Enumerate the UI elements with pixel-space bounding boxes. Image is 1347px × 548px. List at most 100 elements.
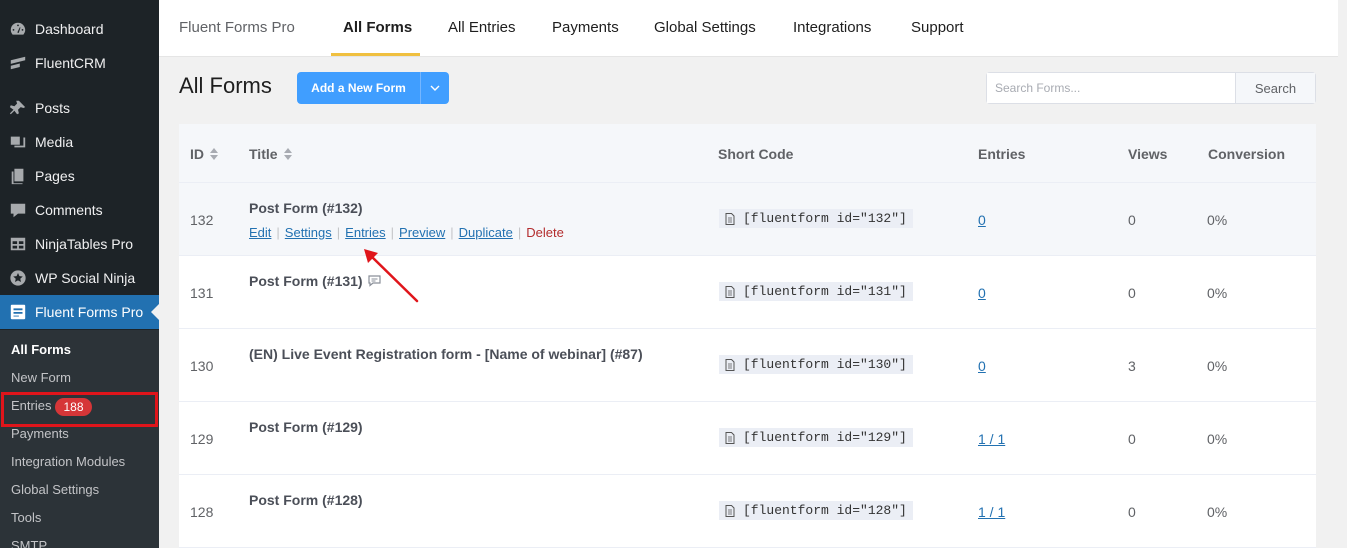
- sort-icon[interactable]: [210, 148, 218, 160]
- document-icon: [725, 504, 735, 517]
- submenu-payments[interactable]: Payments: [11, 424, 69, 444]
- entries-count-link[interactable]: 0: [978, 212, 986, 228]
- row-actions: Edit | Settings | Entries | Preview | Duplicate |…: [249, 225, 564, 240]
- sidebar-item-dashboard[interactable]: Dashboard: [0, 12, 159, 46]
- submenu-integration-modules[interactable]: Integration Modules: [11, 452, 125, 472]
- tab-all-entries[interactable]: All Entries: [448, 19, 516, 36]
- entries-count[interactable]: 1 / 1: [978, 431, 1005, 447]
- add-new-form-button[interactable]: Add a New Form: [297, 72, 449, 104]
- sidebar-item-label: WP Social Ninja: [35, 270, 136, 286]
- views-count: 0: [1128, 504, 1136, 520]
- sidebar-item-comments[interactable]: Comments: [0, 193, 159, 227]
- submenu-global-settings[interactable]: Global Settings: [11, 480, 99, 500]
- sidebar-item-posts[interactable]: Posts: [0, 91, 159, 125]
- entries-count-link[interactable]: 1 / 1: [978, 504, 1005, 520]
- submenu-all-forms[interactable]: All Forms: [11, 340, 71, 360]
- shortcode[interactable]: [fluentform id="129"]: [719, 428, 913, 447]
- shortcode-text: [fluentform id="132"]: [743, 211, 907, 226]
- preview-link[interactable]: Preview: [399, 225, 445, 240]
- document-icon: [725, 358, 735, 371]
- entries-count-link[interactable]: 0: [978, 285, 986, 301]
- tab-global-settings[interactable]: Global Settings: [654, 19, 756, 36]
- star-icon: [8, 268, 28, 288]
- sidebar-item-media[interactable]: Media: [0, 125, 159, 159]
- sidebar-item-fluentcrm[interactable]: FluentCRM: [0, 46, 159, 80]
- entries-link[interactable]: Entries: [345, 225, 385, 240]
- sidebar-item-label: NinjaTables Pro: [35, 236, 134, 252]
- form-title[interactable]: Post Form (#128): [249, 492, 363, 508]
- form-id: 128: [190, 504, 214, 520]
- table-row[interactable]: 132 Post Form (#132) Edit | Settings | Entri…: [179, 183, 1316, 256]
- submenu-tools[interactable]: Tools: [11, 508, 41, 528]
- form-title[interactable]: Post Form (#129): [249, 419, 363, 435]
- edit-link[interactable]: Edit: [249, 225, 271, 240]
- column-header-id[interactable]: ID: [190, 146, 218, 162]
- views-count: 0: [1128, 212, 1136, 228]
- shortcode[interactable]: [fluentform id="128"]: [719, 501, 913, 520]
- search-button[interactable]: Search: [1235, 73, 1315, 103]
- entries-count[interactable]: 0: [978, 285, 986, 301]
- shortcode[interactable]: [fluentform id="131"]: [719, 282, 913, 301]
- table-row[interactable]: 128 Post Form (#128) [fluentform id="128…: [179, 475, 1316, 548]
- sidebar-item-wp-social-ninja[interactable]: WP Social Ninja: [0, 261, 159, 295]
- sidebar-item-label: Comments: [35, 202, 103, 218]
- fluentcrm-icon: [8, 53, 28, 73]
- conversion-rate: 0%: [1207, 431, 1228, 447]
- active-tab-indicator: [331, 53, 420, 56]
- conversion-rate: 0%: [1207, 285, 1228, 301]
- page-title: All Forms: [179, 73, 272, 98]
- sort-icon[interactable]: [283, 148, 292, 160]
- shortcode[interactable]: [fluentform id="132"]: [719, 209, 913, 228]
- entries-count[interactable]: 0: [978, 212, 986, 228]
- table-row[interactable]: 131 Post Form (#131) [fluentform id="131…: [179, 256, 1316, 329]
- form-title[interactable]: (EN) Live Event Registration form - [Nam…: [249, 346, 643, 362]
- tab-integrations[interactable]: Integrations: [793, 19, 871, 36]
- admin-sidebar: Dashboard FluentCRM Posts Media Pages Co…: [0, 0, 159, 548]
- separator: |: [450, 225, 454, 240]
- tab-payments[interactable]: Payments: [552, 19, 619, 36]
- dashboard-icon: [8, 19, 28, 39]
- topnav-brand[interactable]: Fluent Forms Pro: [179, 19, 295, 36]
- sidebar-item-fluent-forms-pro[interactable]: Fluent Forms Pro: [0, 295, 159, 329]
- entries-count[interactable]: 1 / 1: [978, 504, 1005, 520]
- column-header-label: ID: [190, 146, 204, 162]
- sidebar-item-pages[interactable]: Pages: [0, 159, 159, 193]
- document-icon: [725, 285, 735, 298]
- sidebar-item-label: Fluent Forms Pro: [35, 304, 144, 320]
- form-id: 131: [190, 285, 214, 301]
- delete-link[interactable]: Delete: [526, 225, 564, 240]
- entries-count-link[interactable]: 0: [978, 358, 986, 374]
- duplicate-link[interactable]: Duplicate: [459, 225, 513, 240]
- form-title[interactable]: Post Form (#132): [249, 200, 363, 216]
- submenu-new-form[interactable]: New Form: [11, 368, 71, 388]
- separator: |: [390, 225, 395, 240]
- table-row[interactable]: 129 Post Form (#129) [fluentform id="129…: [179, 402, 1316, 475]
- sidebar-item-ninjatables[interactable]: NinjaTables Pro: [0, 227, 159, 261]
- entries-count-link[interactable]: 1 / 1: [978, 431, 1005, 447]
- forms-table: ID Title Short Code Entries Views Conver…: [179, 124, 1316, 548]
- sidebar-item-label: Dashboard: [35, 21, 104, 37]
- chevron-down-icon[interactable]: [421, 83, 449, 93]
- comment-icon: [8, 200, 28, 220]
- add-new-form-label: Add a New Form: [311, 81, 406, 95]
- submenu-smtp[interactable]: SMTP: [11, 536, 47, 548]
- table-row[interactable]: 130 (EN) Live Event Registration form - …: [179, 329, 1316, 402]
- form-id: 130: [190, 358, 214, 374]
- table-header: ID Title Short Code Entries Views Conver…: [179, 124, 1316, 183]
- shortcode[interactable]: [fluentform id="130"]: [719, 355, 913, 374]
- settings-link[interactable]: Settings: [285, 225, 332, 240]
- form-title-text: Post Form (#131): [249, 273, 363, 289]
- column-header-title[interactable]: Title: [249, 146, 292, 162]
- shortcode-text: [fluentform id="129"]: [743, 430, 907, 445]
- sidebar-item-label: Pages: [35, 168, 75, 184]
- tab-all-forms[interactable]: All Forms: [343, 19, 412, 36]
- tab-support[interactable]: Support: [911, 19, 964, 36]
- document-icon: [725, 212, 735, 225]
- table-icon: [8, 234, 28, 254]
- search-input[interactable]: [987, 73, 1235, 103]
- form-id: 129: [190, 431, 214, 447]
- entries-count[interactable]: 0: [978, 358, 986, 374]
- annotation-arrow-icon: [364, 249, 419, 303]
- column-header-short-code: Short Code: [718, 146, 794, 162]
- sidebar-item-label: Media: [35, 134, 74, 150]
